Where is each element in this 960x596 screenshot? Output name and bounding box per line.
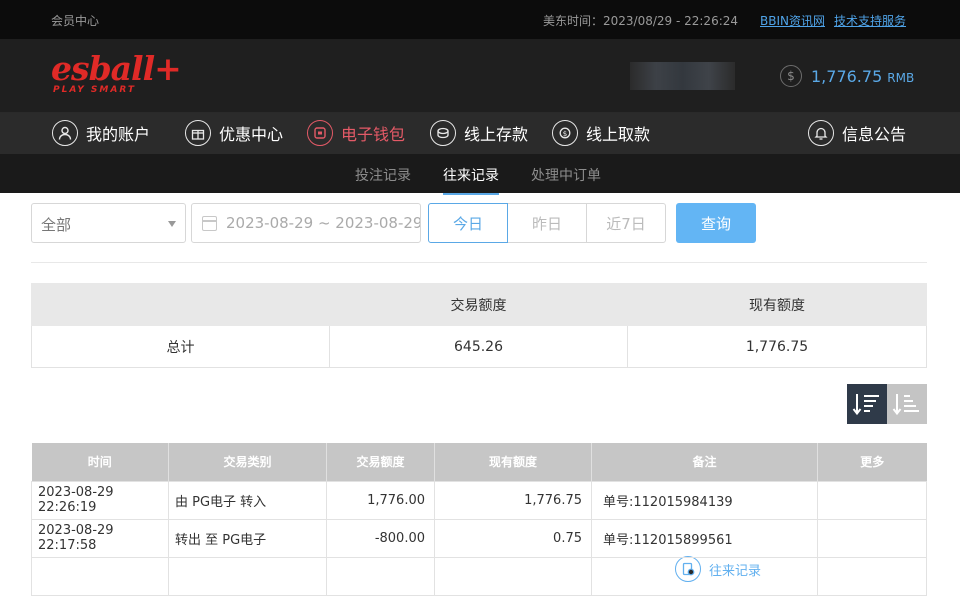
deposit-icon <box>430 120 456 146</box>
balance-amount: 1,776.75 <box>811 66 883 86</box>
date-range-input[interactable]: 2023-08-29 ~ 2023-08-29 <box>191 203 421 243</box>
coin-icon: $ <box>780 65 802 87</box>
nav-online-withdraw[interactable]: $ 线上取款 <box>552 120 650 146</box>
summary-header-balance: 现有额度 <box>627 283 927 326</box>
col-more: 更多 <box>817 443 927 481</box>
table-row: 2023-08-29 22:26:19 由 PG电子 转入 1,776.00 1… <box>31 480 927 520</box>
main-nav: 我的账户 优惠中心 电子钱包 线上存款 $ 线上取款 往来记录 信息公告 <box>0 113 960 582</box>
transaction-type-select[interactable]: 全部 <box>31 203 186 243</box>
balance-currency: RMB <box>887 70 915 85</box>
sort-asc-icon <box>892 394 919 416</box>
query-button[interactable]: 查询 <box>676 203 756 243</box>
tab-bet-records[interactable]: 投注记录 <box>355 165 411 185</box>
row-time: 2023-08-29 22:17:58 <box>31 518 169 558</box>
nav-my-account[interactable]: 我的账户 <box>52 120 150 146</box>
summary-total-label: 总计 <box>31 325 330 368</box>
summary-total-amount: 645.26 <box>329 325 628 368</box>
gift-icon <box>185 120 211 146</box>
row-more[interactable] <box>817 518 927 558</box>
top-bar: 会员中心 美东时间：2023/08/29 - 22:26:24 BBIN资讯网 … <box>0 0 960 39</box>
nav-announcements[interactable]: 信息公告 <box>808 120 906 146</box>
col-type: 交易类别 <box>168 443 327 481</box>
logo[interactable]: esball+ PLAY SMART <box>51 52 182 95</box>
nav-promotions[interactable]: 优惠中心 <box>185 120 283 146</box>
row-type: 转出 至 PG电子 <box>168 518 327 558</box>
chevron-down-icon <box>168 221 176 227</box>
row-type: 由 PG电子 转入 <box>168 480 327 520</box>
eastern-time-label: 美东时间：2023/08/29 - 22:26:24 <box>543 14 739 28</box>
row-remark: 单号:112015984139 <box>591 480 818 520</box>
summary-total-balance: 1,776.75 <box>627 325 927 368</box>
row-more[interactable] <box>817 480 927 520</box>
yesterday-button[interactable]: 昨日 <box>507 203 587 243</box>
row-time: 2023-08-29 22:26:19 <box>31 480 169 520</box>
balance: $ 1,776.75 RMB <box>780 65 914 87</box>
sort-ascending-button[interactable] <box>887 384 927 424</box>
row-amount: 1,776.00 <box>326 480 435 520</box>
filter-bar: 全部 2023-08-29 ~ 2023-08-29 今日 昨日 近7日 查询 <box>31 203 927 243</box>
sort-descending-button[interactable] <box>847 384 887 424</box>
bell-icon <box>808 120 834 146</box>
member-center-label[interactable]: 会员中心 <box>51 12 99 29</box>
col-amount: 交易额度 <box>326 443 435 481</box>
row-remark: 单号:112015899561 <box>591 518 818 558</box>
summary-header-amount: 交易额度 <box>329 283 628 326</box>
nav-e-wallet[interactable]: 电子钱包 <box>307 120 405 146</box>
username-redacted <box>630 62 735 90</box>
summary-row: 总计 645.26 1,776.75 <box>31 325 927 368</box>
wallet-icon <box>307 120 333 146</box>
row-balance: 1,776.75 <box>434 480 592 520</box>
withdraw-icon: $ <box>552 120 578 146</box>
tab-transaction-records[interactable]: 往来记录 <box>443 165 499 195</box>
tab-pending-orders[interactable]: 处理中订单 <box>531 165 601 185</box>
today-button[interactable]: 今日 <box>428 203 508 243</box>
row-balance: 0.75 <box>434 518 592 558</box>
nav-online-deposit[interactable]: 线上存款 <box>430 120 528 146</box>
sort-desc-icon <box>852 394 879 416</box>
divider <box>31 262 927 263</box>
table-row: 2023-08-29 22:17:58 转出 至 PG电子 -800.00 0.… <box>31 518 927 558</box>
sub-nav: 投注记录 往来记录 处理中订单 <box>0 154 960 195</box>
tech-support-link[interactable]: 技术支持服务 <box>834 12 906 29</box>
svg-text:$: $ <box>563 130 567 138</box>
table-row <box>31 556 927 596</box>
records-table: 时间 交易类别 交易额度 现有额度 备注 更多 2023-08-29 22:26… <box>31 443 927 596</box>
col-remark: 备注 <box>591 443 818 481</box>
summary-table: 交易额度 现有额度 总计 645.26 1,776.75 <box>31 283 927 368</box>
calendar-icon <box>202 216 217 231</box>
row-amount: -800.00 <box>326 518 435 558</box>
summary-header-blank <box>31 283 330 326</box>
col-balance: 现有额度 <box>434 443 592 481</box>
col-time: 时间 <box>31 443 169 481</box>
bbin-news-link[interactable]: BBIN资讯网 <box>760 12 825 29</box>
user-icon <box>52 120 78 146</box>
last-7-days-button[interactable]: 近7日 <box>586 203 666 243</box>
